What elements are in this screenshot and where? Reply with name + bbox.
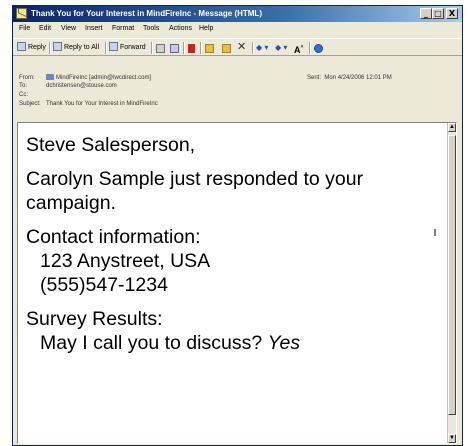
contact-phone: (555)547-1234 <box>40 274 168 296</box>
delete-icon[interactable]: ✕ <box>237 41 246 53</box>
menu-file[interactable]: File <box>19 25 30 32</box>
menu-tools[interactable]: Tools <box>143 25 159 32</box>
subject-label: Subject: <box>19 101 41 107</box>
help-icon[interactable] <box>314 44 323 53</box>
to-value[interactable]: dchristensen@stouse.com <box>46 83 117 89</box>
from-label: From: <box>19 75 35 81</box>
reply-all-label: Reply to All <box>64 44 100 51</box>
envelope-icon <box>16 8 27 19</box>
contact-icon <box>46 74 54 80</box>
maximize-button[interactable]: □ <box>432 8 444 19</box>
menu-edit[interactable]: Edit <box>39 25 51 32</box>
message-window: Thank You for Your Interest in MindFireI… <box>12 5 463 446</box>
subject-value: Thank You for Your Interest in MindFireI… <box>46 101 158 107</box>
cc-label: Cc: <box>19 92 28 98</box>
close-button[interactable]: X <box>446 8 458 19</box>
reply-button[interactable]: Reply <box>17 42 46 54</box>
title-bar[interactable]: Thank You for Your Interest in MindFireI… <box>13 6 462 22</box>
scroll-thumb[interactable] <box>448 135 456 415</box>
from-address: MindFireInc [admin@lwcdirect.com] <box>56 75 152 81</box>
scroll-up-arrow[interactable]: ▲ <box>448 123 456 132</box>
toolbar-separator <box>151 42 153 54</box>
print-icon[interactable] <box>156 44 165 53</box>
sent-label: Sent: <box>307 75 322 81</box>
sent-info: Sent: Mon 4/24/2006 12:01 PM <box>307 75 392 81</box>
to-label: To: <box>19 83 28 89</box>
text-cursor-mark <box>434 229 436 236</box>
toolbar-separator <box>309 42 311 54</box>
menu-insert[interactable]: Insert <box>85 25 103 32</box>
window-title: Thank You for Your Interest in MindFireI… <box>31 9 262 18</box>
survey-section: Survey Results: May I call you to discus… <box>26 307 444 355</box>
forward-button[interactable]: Forward <box>109 42 146 54</box>
toolbar-separator <box>105 42 107 54</box>
forward-label: Forward <box>120 44 146 51</box>
next-icon[interactable]: ◆ ▾ <box>275 42 287 54</box>
save-icon[interactable] <box>170 44 179 53</box>
move-icon[interactable] <box>222 44 231 53</box>
menu-bar: File Edit View Insert Format Tools Actio… <box>13 23 462 37</box>
previous-icon[interactable]: ◆ ▾ <box>256 42 268 54</box>
toolbar-separator <box>49 42 51 54</box>
contact-heading: Contact information: <box>26 226 201 248</box>
vertical-scrollbar[interactable]: ▲ ▼ <box>447 123 456 443</box>
message-header: From: MindFireInc [admin@lwcdirect.com] … <box>13 57 462 122</box>
reply-all-icon <box>53 42 62 51</box>
reply-label: Reply <box>28 44 46 51</box>
font-size-icon[interactable]: A^ <box>294 42 303 55</box>
survey-question: May I call you to discuss? <box>40 332 263 354</box>
menu-help[interactable]: Help <box>199 25 213 32</box>
toolbar: Reply Reply to All Forward ✕ ◆ ▾ ◆ ▾ A^ <box>13 38 462 56</box>
toolbar-separator <box>252 42 254 54</box>
message-body[interactable]: Steve Salesperson, Carolyn Sample just r… <box>17 122 457 444</box>
menu-format[interactable]: Format <box>112 25 134 32</box>
survey-heading: Survey Results: <box>26 308 163 330</box>
survey-answer: Yes <box>267 332 301 354</box>
reply-all-button[interactable]: Reply to All <box>53 42 99 54</box>
response-line: Carolyn Sample just responded to your ca… <box>26 168 364 214</box>
forward-icon <box>109 42 118 51</box>
greeting: Steve Salesperson, <box>26 134 196 156</box>
flag-icon[interactable] <box>188 44 195 53</box>
toolbar-separator <box>183 42 185 54</box>
menu-actions[interactable]: Actions <box>169 25 192 32</box>
scroll-down-arrow[interactable]: ▼ <box>448 434 456 443</box>
menu-view[interactable]: View <box>61 25 76 32</box>
folder-icon[interactable] <box>205 44 214 53</box>
from-value[interactable]: MindFireInc [admin@lwcdirect.com] <box>46 74 151 81</box>
reply-icon <box>17 42 26 51</box>
contact-address: 123 Anystreet, USA <box>40 250 211 272</box>
contact-section: Contact information: 123 Anystreet, USA … <box>26 225 444 297</box>
minimize-button[interactable]: _ <box>420 8 432 19</box>
message-content: Steve Salesperson, Carolyn Sample just r… <box>26 133 444 365</box>
sent-value: Mon 4/24/2006 12:01 PM <box>324 75 392 81</box>
toolbar-separator <box>200 42 202 54</box>
